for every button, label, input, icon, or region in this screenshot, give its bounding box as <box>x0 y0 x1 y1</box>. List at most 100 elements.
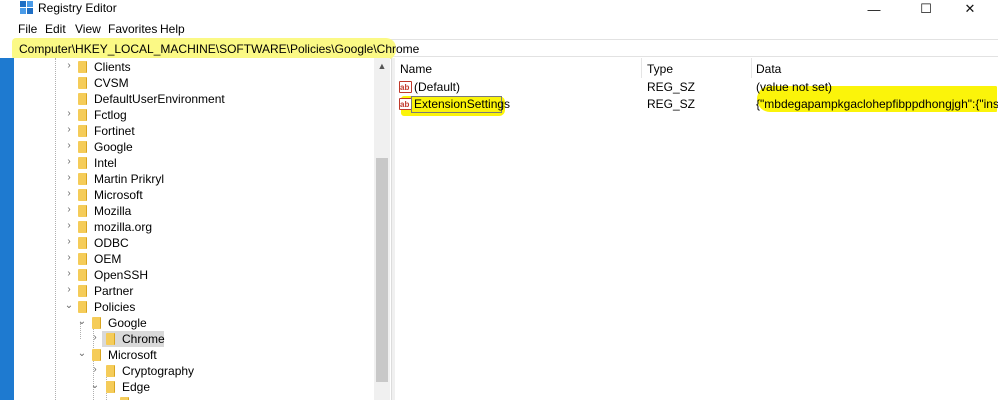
minimize-button[interactable]: — <box>854 0 894 19</box>
tree-item-label: Microsoft <box>108 348 157 362</box>
scroll-up-icon[interactable]: ▲ <box>374 58 390 74</box>
menu-help[interactable]: Help <box>160 22 185 36</box>
tree-item[interactable]: CVSM <box>14 75 374 91</box>
title-bar: Registry Editor — ☐ ✕ <box>0 0 998 20</box>
menu-bar: File Edit View Favorites Help <box>0 20 998 38</box>
tree-item[interactable]: › Google <box>14 139 374 155</box>
tree-item[interactable]: › Clients <box>14 59 374 75</box>
tree-item[interactable] <box>14 395 374 400</box>
value-data: {"mbdegapampkgaclohepfibppdhongjgh":{"in… <box>756 97 998 111</box>
tree-item[interactable]: › OpenSSH <box>14 267 374 283</box>
window-left-edge <box>0 58 14 400</box>
tree-item[interactable]: › Fctlog <box>14 107 374 123</box>
value-name: ExtensionSettings <box>414 97 511 111</box>
collapse-icon[interactable]: ⌄ <box>64 300 74 312</box>
address-path[interactable]: Computer\HKEY_LOCAL_MACHINE\SOFTWARE\Pol… <box>19 42 419 56</box>
expand-icon[interactable]: › <box>64 156 74 168</box>
folder-icon <box>78 205 87 217</box>
tree-item-label: Google <box>108 316 147 330</box>
menu-file[interactable]: File <box>18 22 37 36</box>
tree-scrollbar[interactable]: ▲ <box>374 58 390 400</box>
folder-icon <box>78 125 87 137</box>
tree-item[interactable]: ⌄ Microsoft <box>14 347 374 363</box>
expand-icon[interactable] <box>64 92 74 104</box>
value-data: (value not set) <box>756 80 833 94</box>
expand-icon[interactable]: › <box>90 364 100 376</box>
expand-icon[interactable]: › <box>64 140 74 152</box>
menu-edit[interactable]: Edit <box>45 22 66 36</box>
close-button[interactable]: ✕ <box>950 0 990 19</box>
expand-icon[interactable]: › <box>64 252 74 264</box>
collapse-icon[interactable]: ⌄ <box>90 380 100 392</box>
registry-editor-icon <box>20 1 33 14</box>
tree-item[interactable]: › mozilla.org <box>14 219 374 235</box>
tree-item-label: Mozilla <box>94 204 132 218</box>
tree-item[interactable]: DefaultUserEnvironment <box>14 91 374 107</box>
column-header-data[interactable]: Data <box>756 62 781 76</box>
tree-item[interactable]: › Partner <box>14 283 374 299</box>
expand-icon[interactable]: › <box>64 220 74 232</box>
folder-icon <box>78 253 87 265</box>
folder-icon <box>78 237 87 249</box>
expand-icon[interactable]: › <box>64 204 74 216</box>
expand-icon[interactable]: › <box>64 172 74 184</box>
scroll-thumb[interactable] <box>376 158 388 382</box>
tree-item-label: Fctlog <box>94 108 127 122</box>
tree-item[interactable]: › Intel <box>14 155 374 171</box>
tree-item-label: CVSM <box>94 76 129 90</box>
string-value-icon: ab <box>399 81 412 93</box>
window-title: Registry Editor <box>38 1 117 15</box>
expand-icon[interactable]: › <box>64 60 74 72</box>
column-separator[interactable] <box>751 58 752 78</box>
tree-item[interactable]: › Cryptography <box>14 363 374 379</box>
tree-item[interactable]: › Fortinet <box>14 123 374 139</box>
maximize-button[interactable]: ☐ <box>906 0 946 19</box>
column-header-name[interactable]: Name <box>400 62 432 76</box>
values-list[interactable]: Name Type Data ab (Default) REG_SZ (valu… <box>395 58 998 400</box>
tree-item-label: DefaultUserEnvironment <box>94 92 225 106</box>
folder-icon <box>78 269 87 281</box>
tree-item-selected[interactable]: › Chrome <box>14 331 374 347</box>
folder-icon <box>78 93 87 105</box>
expand-icon[interactable]: › <box>64 284 74 296</box>
tree-item-label: Policies <box>94 300 136 314</box>
folder-icon <box>78 77 87 89</box>
value-type: REG_SZ <box>647 80 696 94</box>
expand-icon[interactable]: › <box>64 188 74 200</box>
tree-item-label: Edge <box>122 380 151 394</box>
tree-item[interactable]: › Mozilla <box>14 203 374 219</box>
registry-tree[interactable]: › Clients CVSM DefaultUserEnvironment › … <box>14 58 390 400</box>
value-name: (Default) <box>414 80 461 94</box>
collapse-icon[interactable]: ⌄ <box>77 316 87 328</box>
value-type: REG_SZ <box>647 97 696 111</box>
folder-icon <box>78 285 87 297</box>
tree-item[interactable]: › OEM <box>14 251 374 267</box>
folder-icon <box>92 349 101 361</box>
tree-item[interactable]: › Microsoft <box>14 187 374 203</box>
column-header-type[interactable]: Type <box>647 62 673 76</box>
tree-item[interactable]: › ODBC <box>14 235 374 251</box>
expand-icon[interactable]: › <box>64 236 74 248</box>
collapse-icon[interactable]: ⌄ <box>77 348 87 360</box>
column-separator[interactable] <box>641 58 642 78</box>
address-bar[interactable]: Computer\HKEY_LOCAL_MACHINE\SOFTWARE\Pol… <box>12 38 998 60</box>
folder-icon <box>78 157 87 169</box>
tree-item[interactable]: › Martin Prikryl <box>14 171 374 187</box>
maximize-icon: ☐ <box>920 1 932 16</box>
menu-view[interactable]: View <box>75 22 101 36</box>
tree-item[interactable]: ⌄ Policies <box>14 299 374 315</box>
tree-item-label: mozilla.org <box>94 220 153 234</box>
folder-icon <box>78 173 87 185</box>
expand-icon[interactable]: › <box>90 332 100 344</box>
expand-icon[interactable]: › <box>64 108 74 120</box>
tree-item[interactable]: ⌄ Edge <box>14 379 374 395</box>
folder-icon <box>106 333 115 345</box>
expand-icon[interactable]: › <box>64 124 74 136</box>
menu-favorites[interactable]: Favorites <box>108 22 157 36</box>
expand-icon[interactable]: › <box>64 268 74 280</box>
tree-item[interactable]: ⌄ Google <box>14 315 374 331</box>
expand-icon[interactable] <box>64 76 74 88</box>
tree-item-label: Intel <box>94 156 117 170</box>
tree-item-label: Chrome <box>122 332 165 346</box>
tree-item-label: Clients <box>94 60 131 74</box>
